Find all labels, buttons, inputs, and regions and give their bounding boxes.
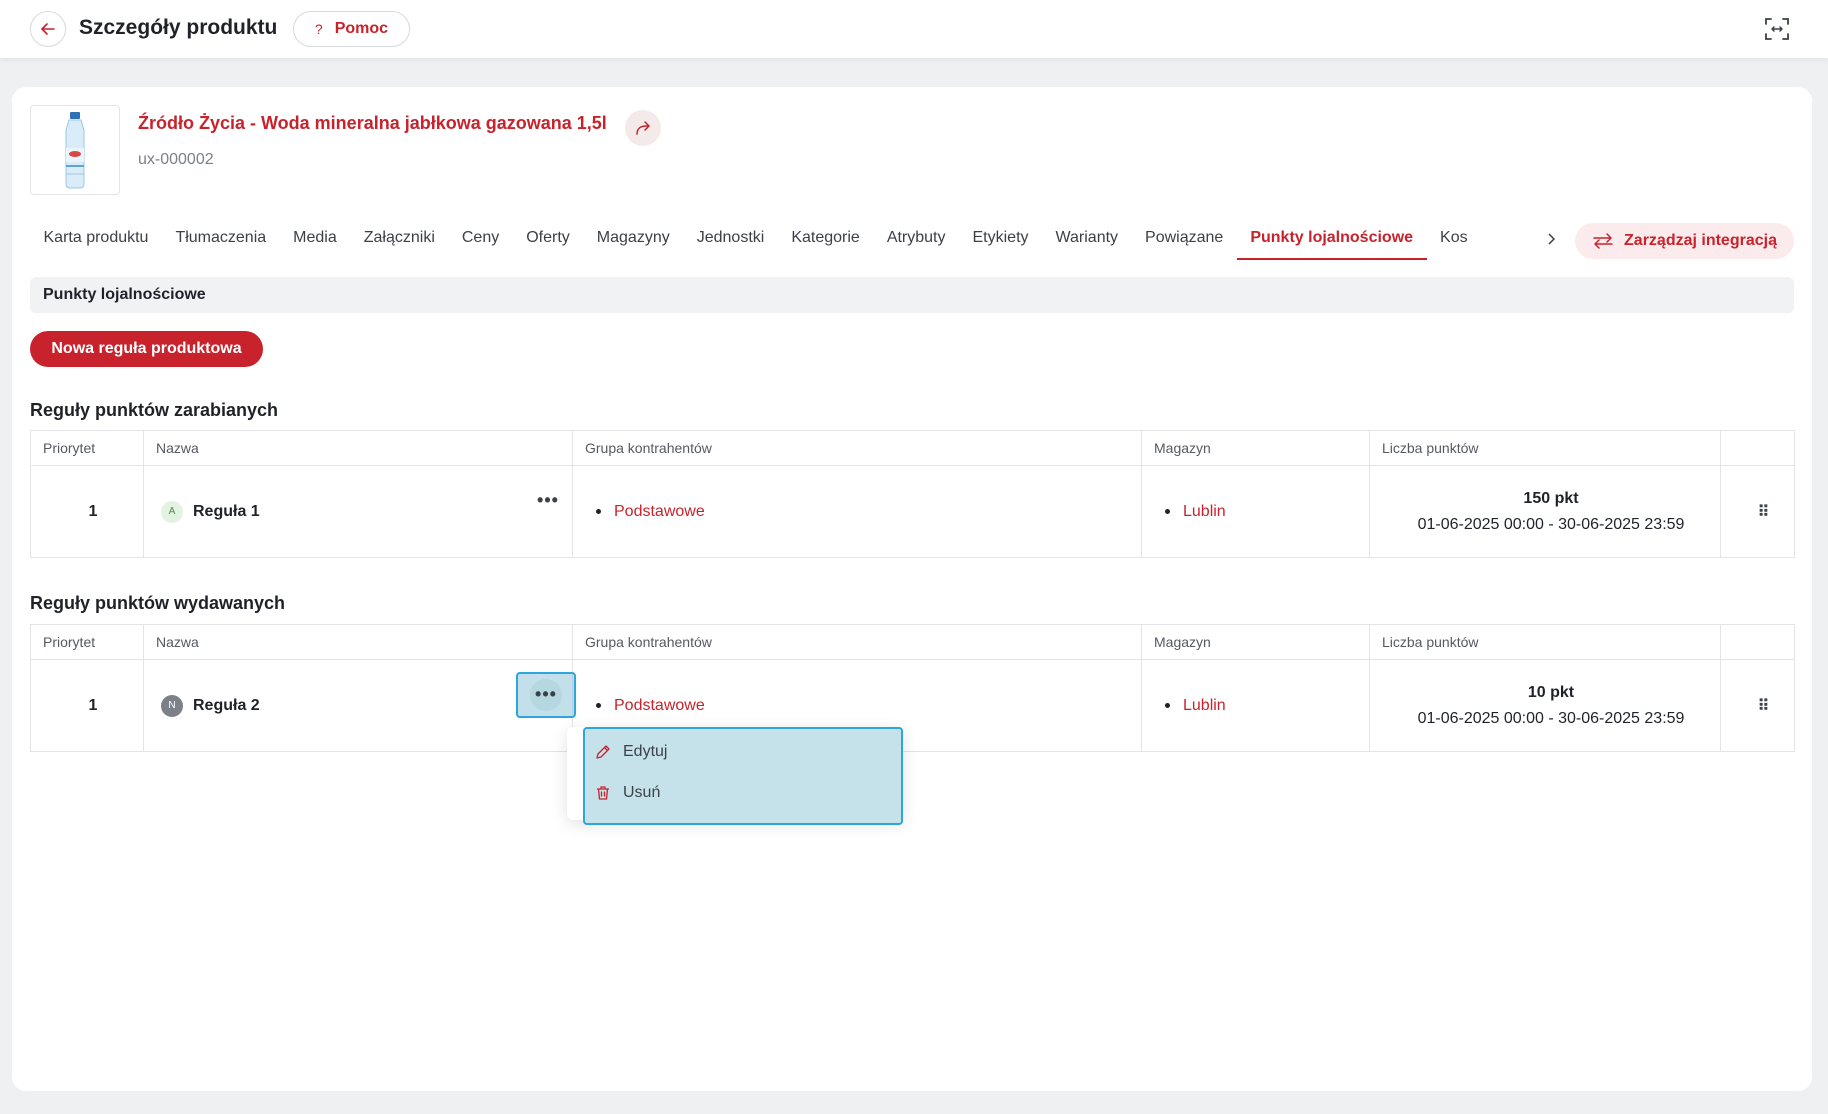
more-options-icon: ••• [530, 678, 562, 711]
water-bottle-icon [65, 112, 85, 189]
arrow-left-icon [41, 23, 55, 35]
section-title: Punkty lojalnościowe [30, 277, 1794, 313]
table-header-row: Priorytet Nazwa Grupa kontrahentów Magaz… [30, 624, 1795, 660]
rule-name-cell: N Reguła 2 ••• [143, 659, 576, 752]
tab-bar: Karta produktu Tłumaczenia Media Załączn… [30, 226, 1468, 260]
tab-kategorie[interactable]: Kategorie [778, 226, 874, 260]
rule-priority: 1 [30, 465, 144, 558]
tab-atrybuty[interactable]: Atrybuty [873, 226, 959, 260]
column-header-actions [1720, 430, 1795, 466]
points-date-range: 01-06-2025 00:00 - 30-06-2025 23:59 [1417, 515, 1685, 533]
tab-etykiety[interactable]: Etykiety [959, 226, 1042, 260]
points-value: 10 pkt [1527, 683, 1575, 701]
back-button[interactable] [30, 11, 66, 47]
rule-group-cell: Podstawowe [572, 465, 1142, 558]
earned-rules-table: Priorytet Nazwa Grupa kontrahentów Magaz… [30, 430, 1795, 558]
warehouse-link[interactable]: Lublin [1154, 503, 1369, 521]
customer-group-link[interactable]: Podstawowe [585, 697, 1141, 715]
column-header-priority[interactable]: Priorytet [30, 430, 144, 466]
column-header-group[interactable]: Grupa kontrahentów [572, 430, 1142, 466]
menu-item-delete[interactable]: Usuń [595, 780, 660, 806]
pencil-icon [596, 745, 610, 759]
rule-name-cell: A Reguła 1 ••• [143, 465, 573, 558]
page-title: Szczegóły produktu [79, 16, 278, 39]
open-product-button[interactable] [625, 110, 661, 146]
rule-status-avatar: A [161, 500, 183, 523]
more-options-button[interactable]: ••• [516, 671, 576, 718]
column-header-points[interactable]: Liczba punktów [1369, 624, 1721, 660]
trash-icon [597, 786, 609, 800]
help-label: Pomoc [334, 20, 389, 37]
question-icon: ? [314, 21, 323, 37]
column-header-points[interactable]: Liczba punktów [1369, 430, 1721, 466]
column-header-actions [1720, 624, 1795, 660]
points-value: 150 pkt [1523, 489, 1579, 507]
share-arrow-icon [636, 121, 650, 135]
menu-item-edit-label: Edytuj [623, 743, 668, 760]
rule-warehouse-cell: Lublin [1141, 659, 1370, 752]
manage-integration-button[interactable]: Zarządzaj integracją [1575, 223, 1794, 259]
menu-item-edit[interactable]: Edytuj [595, 739, 667, 765]
rule-priority: 1 [30, 659, 144, 752]
menu-item-delete-label: Usuń [623, 784, 661, 801]
rule-name[interactable]: Reguła 1 [193, 503, 260, 521]
column-header-warehouse[interactable]: Magazyn [1141, 624, 1370, 660]
fullscreen-icon[interactable] [1764, 16, 1790, 42]
chevron-right-icon[interactable] [1546, 232, 1556, 246]
tab-powiazane[interactable]: Powiązane [1132, 226, 1237, 260]
tab-punkty-lojalnosciowe[interactable]: Punkty lojalnościowe [1236, 226, 1427, 260]
drag-handle-icon[interactable]: ⠿ [1720, 659, 1795, 752]
tab-jednostki[interactable]: Jednostki [683, 226, 778, 260]
column-header-group[interactable]: Grupa kontrahentów [572, 624, 1142, 660]
product-name: Źródło Życia - Woda mineralna jabłkowa g… [138, 113, 607, 133]
new-product-rule-button[interactable]: Nowa reguła produktowa [30, 331, 263, 367]
spent-rules-title: Reguły punktów wydawanych [30, 593, 286, 613]
table-row[interactable]: 1 A Reguła 1 ••• Podstawowe Lublin 150 p… [30, 465, 1795, 558]
table-row[interactable]: 1 N Reguła 2 ••• Podstawowe Lublin 10 pk… [30, 659, 1795, 752]
tab-ceny[interactable]: Ceny [448, 226, 512, 260]
drag-handle-icon[interactable]: ⠿ [1720, 465, 1795, 558]
rule-warehouse-cell: Lublin [1141, 465, 1370, 558]
column-header-name[interactable]: Nazwa [143, 624, 573, 660]
rule-name[interactable]: Reguła 2 [193, 697, 260, 715]
tab-zalaczniki[interactable]: Załączniki [350, 226, 448, 260]
tab-koszty[interactable]: Kos [1427, 226, 1468, 260]
swap-arrows-icon [1593, 233, 1613, 249]
spent-rules-table: Priorytet Nazwa Grupa kontrahentów Magaz… [30, 624, 1795, 752]
product-sku: ux-000002 [138, 151, 214, 168]
tab-media[interactable]: Media [280, 226, 351, 260]
tab-magazyny[interactable]: Magazyny [583, 226, 683, 260]
rule-points-cell: 150 pkt 01-06-2025 00:00 - 30-06-2025 23… [1369, 465, 1721, 558]
rule-status-avatar: N [161, 694, 183, 717]
tab-tlumaczenia[interactable]: Tłumaczenia [162, 226, 280, 260]
manage-integration-label: Zarządzaj integracją [1624, 232, 1777, 249]
table-header-row: Priorytet Nazwa Grupa kontrahentów Magaz… [30, 430, 1795, 466]
more-options-icon[interactable]: ••• [535, 490, 561, 511]
rule-points-cell: 10 pkt 01-06-2025 00:00 - 30-06-2025 23:… [1369, 659, 1721, 752]
points-date-range: 01-06-2025 00:00 - 30-06-2025 23:59 [1417, 709, 1685, 727]
warehouse-link[interactable]: Lublin [1154, 697, 1369, 715]
earned-rules-title: Reguły punktów zarabianych [30, 400, 279, 420]
product-image[interactable] [30, 105, 120, 195]
column-header-warehouse[interactable]: Magazyn [1141, 430, 1370, 466]
tab-karta-produktu[interactable]: Karta produktu [30, 226, 162, 260]
context-menu: Edytuj Usuń [583, 727, 903, 825]
column-header-priority[interactable]: Priorytet [30, 624, 144, 660]
top-bar: Szczegóły produktu ? Pomoc [0, 0, 1828, 58]
tab-warianty[interactable]: Warianty [1042, 226, 1132, 260]
tab-oferty[interactable]: Oferty [513, 226, 584, 260]
help-button[interactable]: ? Pomoc [293, 11, 410, 47]
customer-group-link[interactable]: Podstawowe [585, 503, 1141, 521]
column-header-name[interactable]: Nazwa [143, 430, 573, 466]
